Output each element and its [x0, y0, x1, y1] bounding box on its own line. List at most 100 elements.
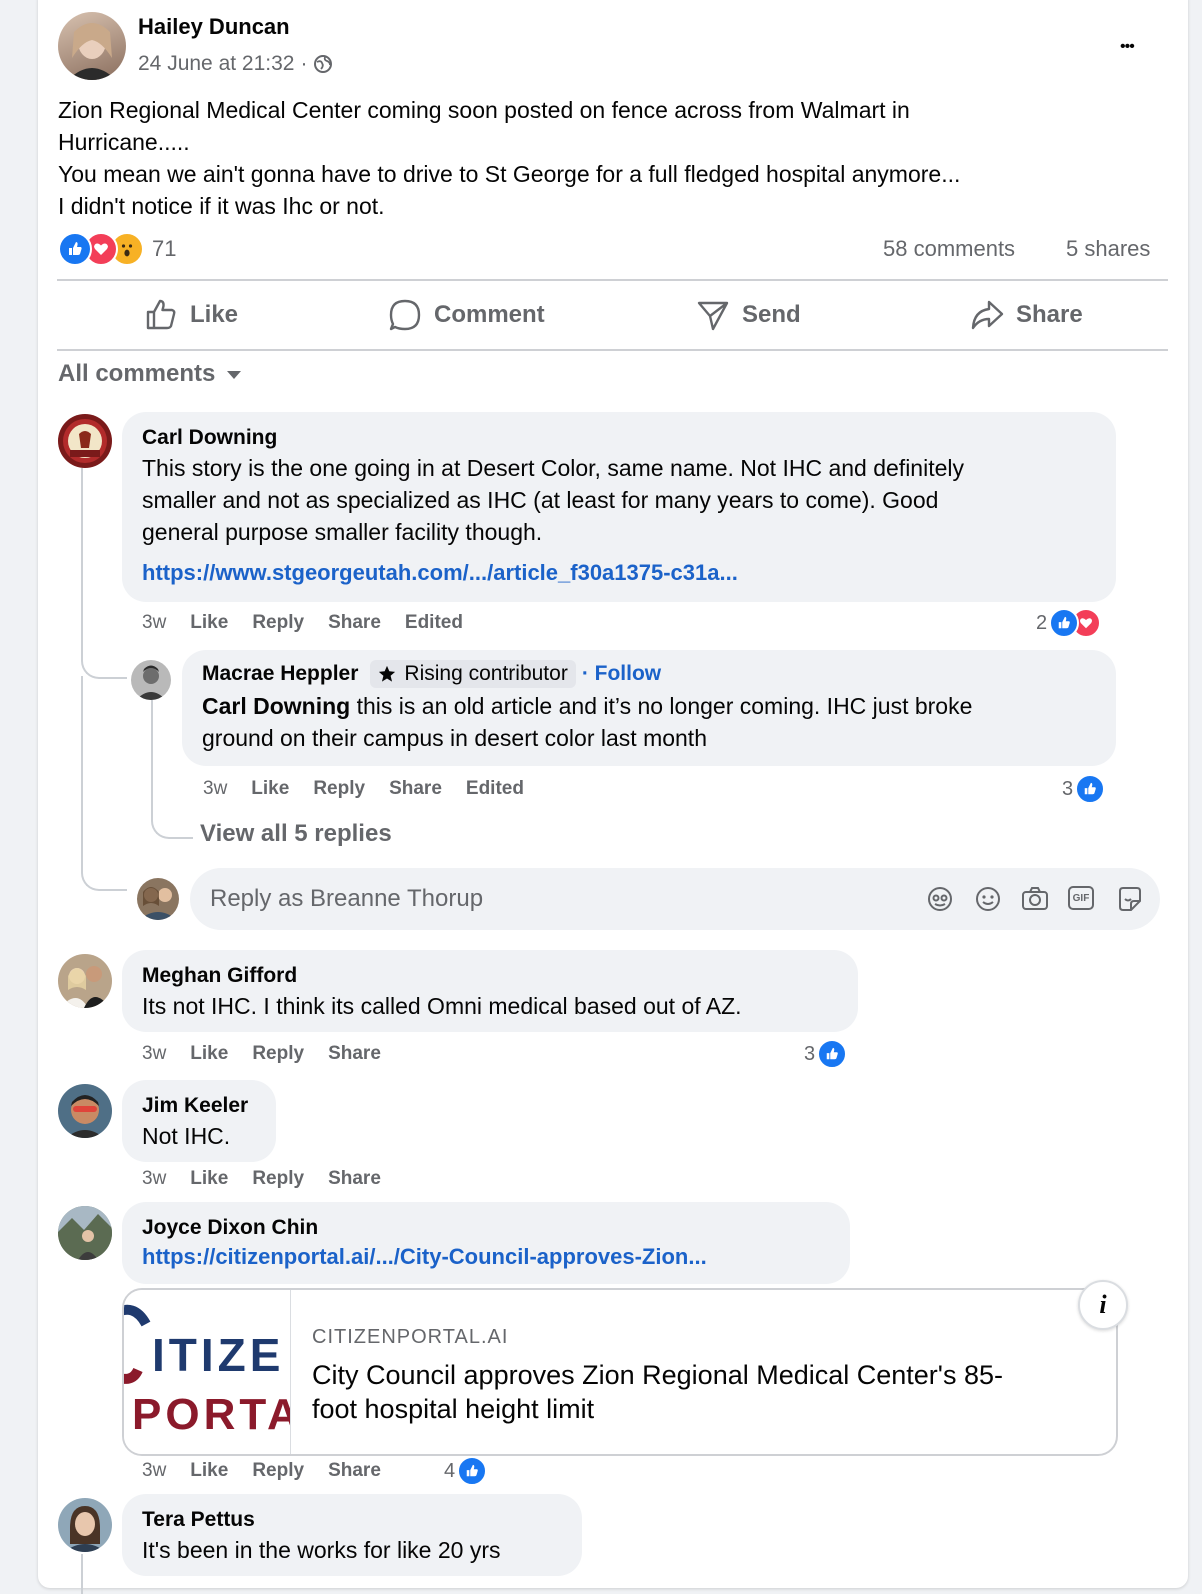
comment-actions: 3w Like Reply Share	[142, 1460, 405, 1482]
comment-time[interactable]: 3w	[142, 1168, 166, 1189]
comment-reactions[interactable]: 3	[804, 1039, 848, 1069]
mention-link[interactable]: Carl Downing	[202, 693, 350, 719]
post-text-line: You mean we ain't gonna have to drive to…	[58, 161, 961, 187]
comment-author[interactable]: Carl Downing	[142, 426, 277, 450]
comment-share-button[interactable]: Share	[328, 1168, 381, 1189]
thumbs-up-icon	[146, 299, 176, 330]
share-arrow-icon	[971, 300, 1004, 330]
comment-reply-button[interactable]: Reply	[252, 1043, 304, 1064]
follow-link[interactable]: · Follow	[582, 662, 661, 686]
comment-share-button[interactable]: Share	[328, 612, 381, 633]
send-button[interactable]: Send	[696, 298, 801, 332]
reply-input[interactable]: Reply as Breanne Thorup GIF	[190, 868, 1160, 930]
reply-author[interactable]: Macrae Heppler	[202, 662, 358, 686]
reply-like-button[interactable]: Like	[251, 778, 289, 799]
comment-reaction-count: 3	[804, 1042, 816, 1065]
reply-time[interactable]: 3w	[203, 778, 227, 799]
edited-label[interactable]: Edited	[405, 612, 463, 633]
more-options-icon[interactable]: •••	[1120, 38, 1135, 56]
comment-author[interactable]: Jim Keeler	[142, 1094, 248, 1118]
logo-text-bottom: PORTA	[132, 1390, 291, 1439]
edited-label[interactable]: Edited	[466, 778, 524, 799]
comment-text-line: This story is the one going in at Desert…	[142, 455, 965, 481]
comment-time[interactable]: 3w	[142, 1460, 166, 1481]
comment-link[interactable]: https://www.stgeorgeutah.com/.../article…	[142, 560, 738, 586]
reply-share-button[interactable]: Share	[389, 778, 442, 799]
like-reaction-icon	[817, 1039, 848, 1069]
comment-like-button[interactable]: Like	[190, 1168, 228, 1189]
like-button[interactable]: Like	[144, 298, 238, 332]
comment-reply-button[interactable]: Reply	[252, 1460, 304, 1481]
reaction-count: 71	[152, 236, 177, 261]
link-preview-title-line: foot hospital height limit	[312, 1394, 595, 1424]
commenter-avatar[interactable]	[58, 1084, 112, 1138]
sticker-icon[interactable]	[1116, 885, 1144, 913]
reply-input-placeholder: Reply as Breanne Thorup	[210, 885, 484, 912]
thread-line	[81, 676, 127, 891]
like-reaction-icon	[457, 1456, 488, 1486]
comment-author[interactable]: Joyce Dixon Chin	[142, 1216, 318, 1240]
comment-author[interactable]: Tera Pettus	[142, 1508, 255, 1532]
send-label: Send	[742, 301, 801, 328]
shares-count[interactable]: 5 shares	[1066, 236, 1150, 262]
caret-down-icon	[227, 371, 242, 379]
camera-icon[interactable]	[1020, 885, 1050, 913]
commenter-avatar[interactable]	[58, 414, 112, 468]
comment-filter-dropdown[interactable]: All comments	[58, 360, 243, 388]
reply-actions: 3w Like Reply Share Edited	[203, 778, 548, 800]
thread-line	[81, 1554, 83, 1594]
comment-actions: 3w Like Reply Share	[142, 1168, 405, 1190]
view-replies-link[interactable]: View all 5 replies	[200, 820, 392, 848]
like-reaction-icon	[1075, 774, 1106, 804]
comment-like-button[interactable]: Like	[190, 1043, 228, 1064]
reactions-summary[interactable]: 71	[58, 232, 176, 266]
link-preview-domain: CITIZENPORTAL.AI	[312, 1326, 509, 1348]
comment-button[interactable]: Comment	[388, 298, 545, 332]
reply-text-line: this is an old article and it’s no longe…	[350, 693, 973, 719]
comment-reactions[interactable]: 2	[1036, 608, 1102, 638]
comment-text: Not IHC.	[142, 1123, 231, 1149]
author-avatar[interactable]	[58, 12, 126, 80]
divider	[57, 349, 1168, 351]
star-icon	[379, 665, 396, 682]
post-author[interactable]: Hailey Duncan	[138, 14, 290, 40]
comment-reaction-count: 4	[444, 1459, 456, 1482]
info-icon[interactable]: i	[1078, 1280, 1128, 1330]
comment-reply-button[interactable]: Reply	[252, 612, 304, 633]
share-button[interactable]: Share	[970, 298, 1083, 332]
comment-reactions[interactable]: 4	[444, 1456, 488, 1486]
comment-label: Comment	[434, 301, 545, 328]
comment-time[interactable]: 3w	[142, 1043, 166, 1064]
like-label: Like	[190, 301, 239, 328]
comment-time[interactable]: 3w	[142, 612, 166, 633]
avatar-sticker-icon[interactable]	[926, 885, 954, 913]
reply-reply-button[interactable]: Reply	[313, 778, 365, 799]
gif-icon[interactable]: GIF	[1068, 886, 1094, 910]
comment-actions: 3w Like Reply Share	[142, 1043, 405, 1065]
reply-reactions[interactable]: 3	[1062, 774, 1106, 804]
comment-share-button[interactable]: Share	[328, 1043, 381, 1064]
comments-count[interactable]: 58 comments	[883, 236, 1015, 262]
commenter-avatar[interactable]	[58, 1206, 112, 1260]
comment-bubble-icon	[389, 299, 421, 331]
comment-share-button[interactable]: Share	[328, 1460, 381, 1481]
post-card: Hailey Duncan 24 June at 21:32 · ••• Zio…	[38, 0, 1188, 1594]
comment-text: Its not IHC. I think its called Omni med…	[142, 993, 742, 1019]
comment-reply-button[interactable]: Reply	[252, 1168, 304, 1189]
thread-line	[81, 468, 127, 679]
post-timestamp[interactable]: 24 June at 21:32	[138, 52, 294, 76]
comment-actions: 3w Like Reply Share Edited	[142, 612, 487, 634]
link-preview-card[interactable]: ITIZE PORTA CITIZENPORTAL.AI City Counci…	[122, 1288, 1118, 1456]
like-reaction-icon	[1049, 608, 1080, 638]
comment-link[interactable]: https://citizenportal.ai/.../City-Counci…	[142, 1244, 707, 1270]
comment-text-line: general purpose smaller facility though.	[142, 519, 543, 545]
commenter-avatar[interactable]	[58, 954, 112, 1008]
comment-like-button[interactable]: Like	[190, 1460, 228, 1481]
comment-bubble: Joyce Dixon Chin https://citizenportal.a…	[122, 1202, 850, 1284]
commenter-avatar[interactable]	[131, 660, 171, 700]
emoji-icon[interactable]	[974, 885, 1002, 913]
comment-like-button[interactable]: Like	[190, 612, 228, 633]
comment-author[interactable]: Meghan Gifford	[142, 964, 297, 988]
commenter-avatar[interactable]	[58, 1498, 112, 1552]
contributor-badge[interactable]: Rising contributor	[370, 660, 576, 688]
